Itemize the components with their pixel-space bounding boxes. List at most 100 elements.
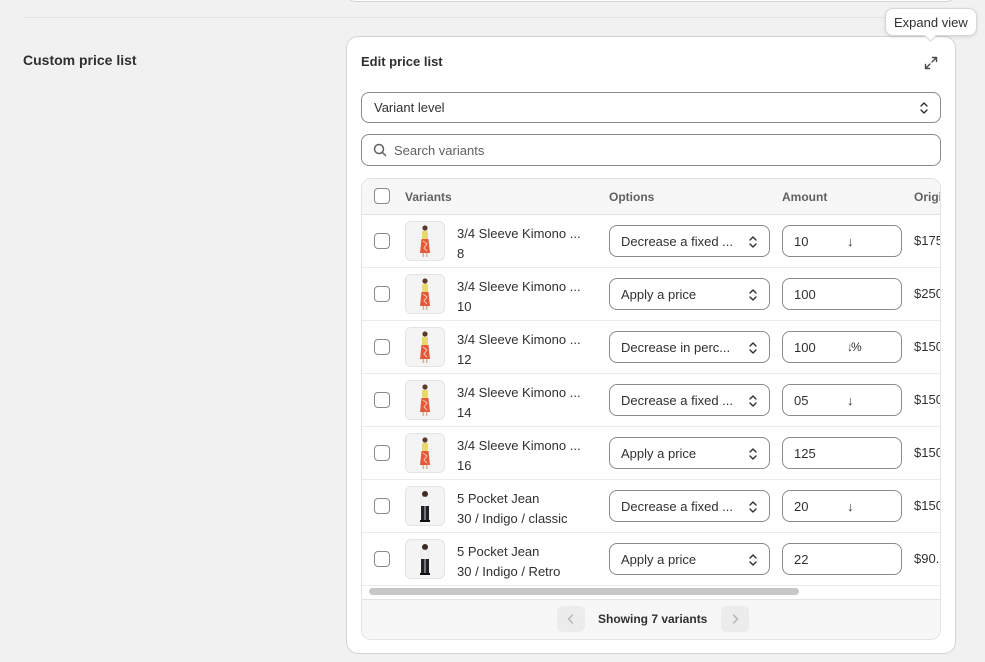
decrease-arrow-icon: ↓ [847, 499, 854, 514]
row-checkbox[interactable] [374, 233, 390, 249]
price-level-value: Variant level [374, 100, 445, 115]
pagination-text: Showing 7 variants [598, 612, 708, 626]
original-price: $90. [914, 551, 940, 566]
table-row: 3/4 Sleeve Kimono ... 12 Decrease in perc.… [362, 321, 941, 374]
amount-value: 100 [794, 339, 816, 355]
original-price: $175 [914, 233, 941, 248]
product-name: 5 Pocket Jean [457, 491, 540, 506]
previous-card-edge [346, 0, 956, 2]
original-price: $150 [914, 339, 941, 354]
price-option-value: Apply a price [621, 445, 697, 461]
amount-value: 20 [794, 498, 809, 514]
section-title: Custom price list [23, 52, 137, 68]
select-caret-icon [749, 554, 757, 566]
amount-value: 125 [794, 445, 816, 461]
pagination: Showing 7 variants [362, 599, 940, 639]
table-row: 5 Pocket Jean 30 / Indigo / Retro Apply a … [362, 533, 940, 586]
product-name: 3/4 Sleeve Kimono ... [457, 332, 581, 347]
search-input[interactable] [394, 142, 914, 158]
variant-name-cell: 3/4 Sleeve Kimono ... 8 [457, 224, 581, 264]
select-all-checkbox[interactable] [374, 188, 390, 204]
price-option-value: Apply a price [621, 286, 697, 302]
header-original: Origi [914, 190, 941, 204]
variant-title: 10 [457, 299, 472, 314]
variant-name-cell: 5 Pocket Jean 30 / Indigo / classic [457, 489, 568, 529]
price-option-select[interactable]: Decrease a fixed ... [609, 490, 770, 522]
product-thumbnail [405, 539, 445, 579]
price-option-value: Decrease a fixed ... [621, 392, 733, 408]
table-row: 3/4 Sleeve Kimono ... 8 Decrease a fixed .… [362, 215, 941, 268]
variant-title: 8 [457, 246, 465, 261]
original-price: $150 [914, 392, 941, 407]
decrease-arrow-icon: ↓ [847, 234, 854, 249]
table-row: 3/4 Sleeve Kimono ... 16 Apply a price 125 $… [362, 427, 941, 480]
row-checkbox[interactable] [374, 445, 390, 461]
select-caret-icon [749, 342, 757, 354]
variant-title: 16 [457, 458, 472, 473]
row-checkbox[interactable] [374, 551, 390, 567]
price-level-select[interactable]: Variant level [361, 92, 941, 123]
amount-field[interactable]: 10 ↓ [782, 225, 902, 257]
header-amount: Amount [782, 190, 828, 204]
table-header: Variants Options Amount Origi [362, 179, 941, 215]
select-caret-icon [749, 289, 757, 301]
price-option-select[interactable]: Apply a price [609, 437, 770, 469]
next-page-button[interactable] [721, 606, 749, 632]
table-row: 5 Pocket Jean 30 / Indigo / classic Decrea… [362, 480, 940, 533]
amount-value: 100 [794, 286, 816, 302]
product-thumbnail [405, 221, 445, 261]
price-option-select[interactable]: Decrease a fixed ... [609, 225, 770, 257]
amount-value: 05 [794, 392, 809, 408]
header-variants: Variants [405, 190, 452, 204]
product-thumbnail [405, 274, 445, 314]
price-option-select[interactable]: Apply a price [609, 278, 770, 310]
amount-value: 22 [794, 551, 809, 567]
price-option-select[interactable]: Decrease in perc... [609, 331, 770, 363]
original-price: $150 [914, 445, 941, 460]
amount-field[interactable]: 20 ↓ [782, 490, 902, 522]
amount-field[interactable]: 22 [782, 543, 902, 575]
price-option-value: Decrease a fixed ... [621, 498, 733, 514]
product-name: 3/4 Sleeve Kimono ... [457, 385, 581, 400]
row-checkbox[interactable] [374, 339, 390, 355]
row-checkbox[interactable] [374, 498, 390, 514]
variant-name-cell: 3/4 Sleeve Kimono ... 12 [457, 330, 581, 370]
decrease-arrow-icon: ↓ [847, 393, 854, 408]
search-icon [372, 142, 388, 158]
card-title: Edit price list [361, 54, 443, 69]
original-price: $250 [914, 286, 941, 301]
search-variants-field [361, 134, 941, 166]
variant-title: 14 [457, 405, 472, 420]
amount-field[interactable]: 100 ↓% [782, 331, 902, 363]
variant-title: 12 [457, 352, 472, 367]
amount-field[interactable]: 125 [782, 437, 902, 469]
product-name: 3/4 Sleeve Kimono ... [457, 438, 581, 453]
horizontal-scrollbar[interactable] [369, 588, 799, 595]
variant-title: 30 / Indigo / Retro [457, 564, 561, 579]
chevron-right-icon [732, 614, 739, 624]
amount-value: 10 [794, 233, 809, 249]
product-name: 5 Pocket Jean [457, 544, 540, 559]
price-option-select[interactable]: Apply a price [609, 543, 770, 575]
select-caret-icon [749, 236, 757, 248]
expand-view-tooltip: Expand view [885, 8, 977, 36]
previous-page-button[interactable] [557, 606, 585, 632]
variant-name-cell: 3/4 Sleeve Kimono ... 16 [457, 436, 581, 476]
variants-table: Variants Options Amount Origi 3/4 Sleeve… [361, 178, 941, 640]
product-thumbnail [405, 327, 445, 367]
chevron-left-icon [567, 614, 574, 624]
amount-field[interactable]: 100 [782, 278, 902, 310]
expand-view-button[interactable] [920, 52, 942, 74]
expand-icon [924, 56, 938, 70]
select-caret-icon [920, 102, 928, 114]
row-checkbox[interactable] [374, 392, 390, 408]
variant-name-cell: 5 Pocket Jean 30 / Indigo / Retro [457, 542, 560, 582]
table-row: 3/4 Sleeve Kimono ... 14 Decrease a fixed … [362, 374, 941, 427]
select-caret-icon [749, 395, 757, 407]
amount-field[interactable]: 05 ↓ [782, 384, 902, 416]
row-checkbox[interactable] [374, 286, 390, 302]
product-thumbnail [405, 486, 445, 526]
price-option-select[interactable]: Decrease a fixed ... [609, 384, 770, 416]
section-divider [23, 17, 962, 18]
product-name: 3/4 Sleeve Kimono ... [457, 226, 581, 241]
